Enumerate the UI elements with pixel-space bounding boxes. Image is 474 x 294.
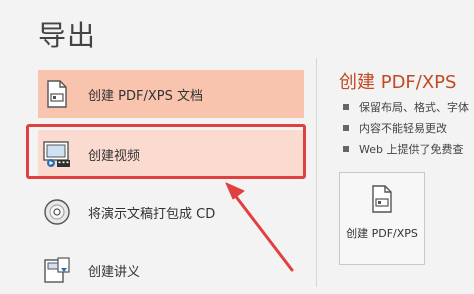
cd-icon [42,197,72,227]
option-label: 将演示文稿打包成 CD [88,206,216,222]
pdf-document-icon [370,185,394,217]
handout-icon [42,255,72,285]
pdf-document-icon [42,79,72,109]
bullet-item: 内容不能轻易更改 [343,117,469,138]
bullet-item: 保留布局、格式、字体 [343,96,469,117]
detail-bullet-list: 保留布局、格式、字体 内容不能轻易更改 Web 上提供了免费查 [343,96,469,159]
create-pdf-xps-button[interactable]: 创建 PDF/XPS [339,172,425,265]
create-button-label: 创建 PDF/XPS [346,227,418,240]
option-package-cd[interactable]: 将演示文稿打包成 CD [38,188,304,236]
option-label: 创建 PDF/XPS 文档 [88,88,203,104]
export-options-panel: 创建 PDF/XPS 文档 创建视频 将演示文稿打包成 CD 创建讲义 [0,0,316,287]
detail-panel: 创建 PDF/XPS 保留布局、格式、字体 内容不能轻易更改 Web 上提供了免… [317,0,474,287]
bullet-square-icon [343,103,349,110]
bullet-item: Web 上提供了免费查 [343,138,469,159]
option-create-pdf-xps[interactable]: 创建 PDF/XPS 文档 [38,70,304,118]
highlight-box [26,124,306,179]
option-label: 创建讲义 [88,264,141,280]
detail-title: 创建 PDF/XPS [339,72,457,93]
bullet-square-icon [343,145,349,152]
bullet-square-icon [343,124,349,131]
